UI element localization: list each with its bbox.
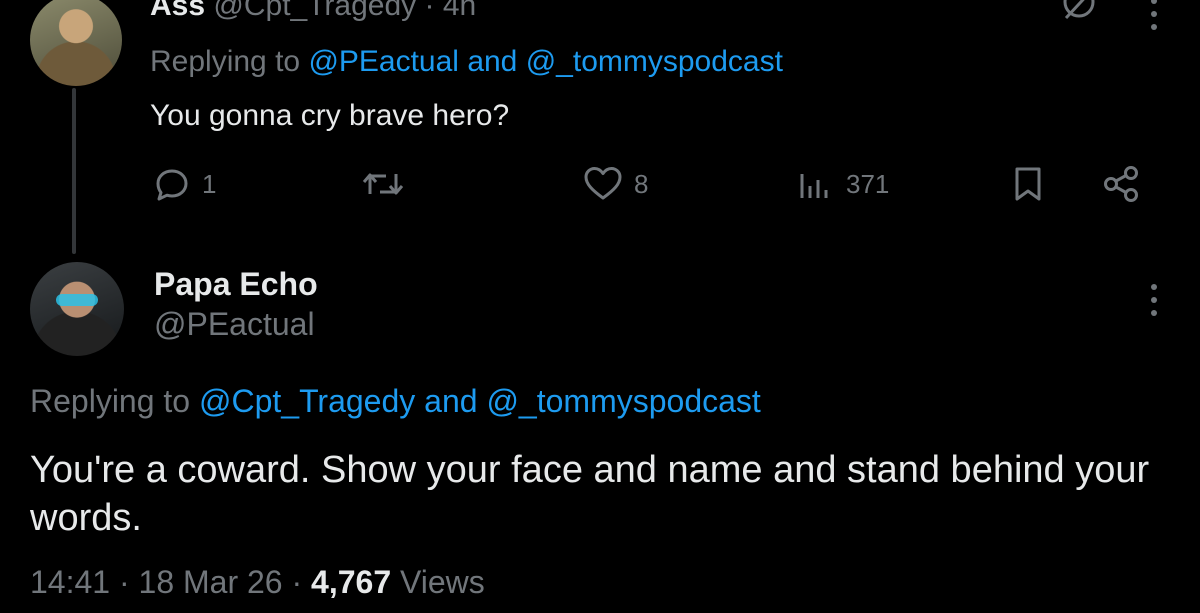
retweet-icon [360, 164, 406, 204]
more-icon[interactable] [1148, 0, 1160, 30]
reply-icon [152, 164, 192, 204]
timestamp[interactable]: 4h [443, 0, 476, 22]
reply-count: 1 [202, 168, 217, 199]
replying-and: and [424, 383, 478, 419]
bookmark-button[interactable] [1008, 162, 1048, 206]
tweet-date[interactable]: 18 Mar 26 [139, 564, 283, 600]
bookmark-icon [1008, 164, 1048, 204]
grok-icon[interactable] [1056, 0, 1102, 33]
replying-to: Replying to @Cpt_Tragedy and @_tommyspod… [30, 380, 761, 422]
mention-link[interactable]: @_tommyspodcast [486, 383, 760, 419]
avatar[interactable] [30, 0, 122, 86]
mention-link[interactable]: @_tommyspodcast [526, 45, 783, 78]
view-count: 371 [846, 168, 890, 199]
replying-label: Replying to [30, 383, 191, 419]
replying-and: and [467, 45, 518, 78]
display-name[interactable]: Papa Echo [154, 264, 318, 304]
like-button[interactable]: 8 [582, 162, 648, 206]
separator: · [424, 0, 435, 22]
handle[interactable]: @Cpt_Tragedy [213, 0, 416, 22]
tweet-time[interactable]: 14:41 [30, 564, 110, 600]
avatar[interactable] [30, 262, 124, 356]
share-button[interactable] [1100, 162, 1144, 206]
retweet-button[interactable] [360, 162, 406, 206]
more-icon[interactable] [1148, 284, 1160, 316]
thread-connector-line [72, 88, 76, 254]
avatar-sunglasses [56, 294, 98, 306]
handle[interactable]: @PEactual [154, 304, 315, 344]
display-name[interactable]: Ass [150, 0, 205, 22]
reply-button[interactable]: 1 [152, 162, 216, 206]
tweet-meta: 14:41 · 18 Mar 26 · 4,767 Views [30, 560, 485, 604]
replying-label: Replying to [150, 45, 301, 78]
replying-to: Replying to @PEactual and @_tommyspodcas… [150, 42, 783, 82]
views-label: Views [400, 564, 485, 600]
views-count: 4,767 [311, 564, 392, 600]
separator: · [291, 564, 303, 600]
like-count: 8 [634, 168, 649, 199]
tweet1-header: Ass @Cpt_Tragedy · 4h [150, 0, 476, 26]
tweet-text: You're a coward. Show your face and name… [30, 449, 1150, 539]
tweet-text: You gonna cry brave hero? [150, 99, 510, 132]
separator: · [118, 564, 130, 600]
mention-link[interactable]: @Cpt_Tragedy [199, 383, 415, 419]
views-icon [796, 164, 836, 204]
views-button[interactable]: 371 [796, 162, 889, 206]
like-icon [582, 164, 624, 204]
mention-link[interactable]: @PEactual [308, 45, 459, 78]
share-icon [1100, 164, 1144, 204]
